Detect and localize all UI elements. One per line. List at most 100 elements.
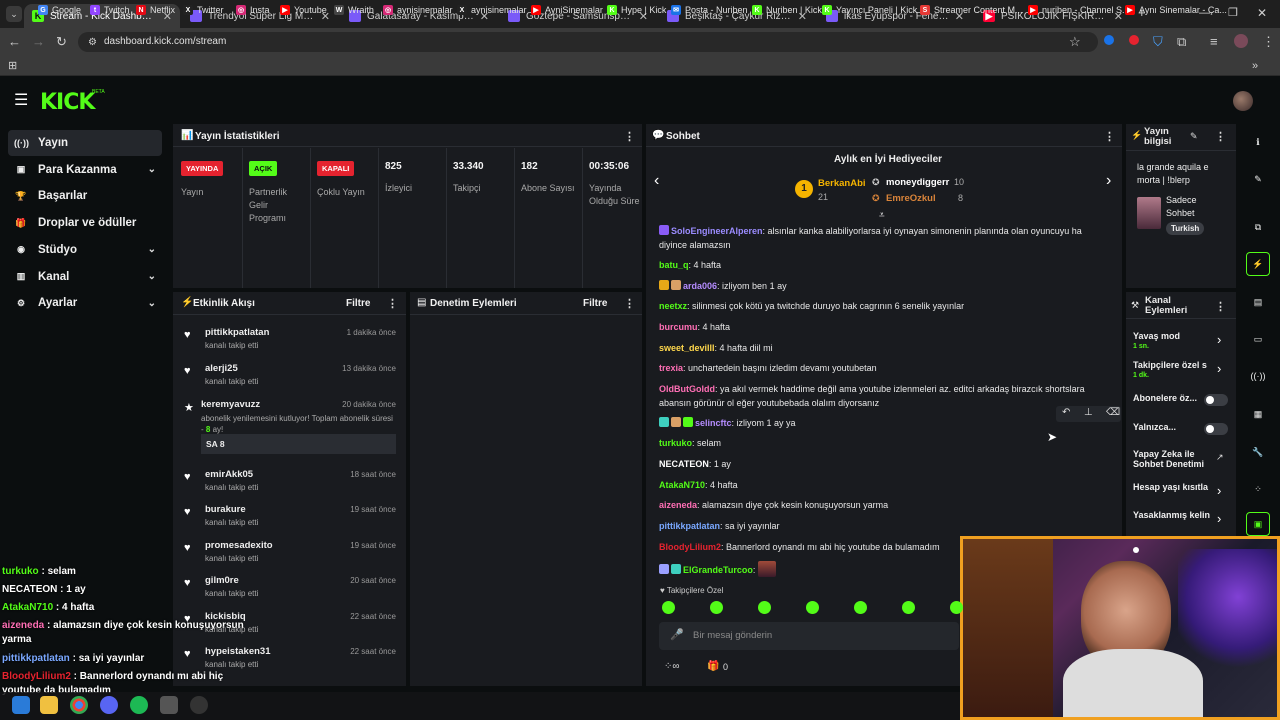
tab-search-icon[interactable]: ⌄ bbox=[6, 6, 22, 22]
discord-icon[interactable] bbox=[100, 696, 118, 714]
chat-more-icon[interactable]: ⋮ bbox=[1104, 130, 1115, 143]
chat-username[interactable]: batu_q bbox=[659, 260, 689, 270]
edit-pencil-icon[interactable]: ✎ bbox=[1190, 131, 1198, 142]
chevron-down-icon[interactable]: ⌄ bbox=[148, 298, 156, 309]
store-icon[interactable]: ▦ bbox=[1246, 402, 1270, 426]
chrome-icon[interactable] bbox=[70, 696, 88, 714]
game-icon[interactable]: ▣ bbox=[1246, 512, 1270, 536]
apps-grid-icon[interactable]: ⊞ bbox=[8, 58, 17, 74]
site-info-icon[interactable]: ⚙ bbox=[88, 35, 97, 51]
chevron-down-icon[interactable]: ⌄ bbox=[148, 164, 156, 175]
chat-username[interactable]: BloodyLilium2 bbox=[659, 542, 721, 552]
back-icon[interactable]: ← bbox=[8, 34, 21, 50]
activity-username[interactable]: pittikkpatlatan bbox=[205, 327, 269, 338]
sidebar-item[interactable]: ▥ Kanal ⌄ bbox=[8, 264, 162, 290]
category-name[interactable]: Sadece Sohbet bbox=[1166, 194, 1226, 220]
delete-icon[interactable]: ⌫ bbox=[1106, 407, 1120, 418]
channel-action-label[interactable]: Yapay Zeka ile Sohbet Denetimi bbox=[1133, 449, 1213, 469]
close-window-icon[interactable]: ✕ bbox=[1257, 5, 1267, 21]
chat-users-icon[interactable]: ⁘∞ bbox=[664, 661, 680, 672]
emote-icon[interactable] bbox=[806, 601, 819, 614]
sidebar-item[interactable]: ⚙ Ayarlar ⌄ bbox=[8, 290, 162, 316]
channel-action-label[interactable]: Takipçilere özel s bbox=[1133, 360, 1211, 370]
extension-shield-icon[interactable]: ⛉ bbox=[1153, 34, 1163, 50]
chat-message[interactable]: OldButGoldd: ya akıl vermek haddime deği… bbox=[659, 382, 1097, 410]
chat-message[interactable]: batu_q: 4 hafta bbox=[659, 258, 1097, 272]
collapse-gifters-icon[interactable]: ⩡ bbox=[879, 210, 885, 221]
stream-info-more-icon[interactable]: ⋮ bbox=[1215, 130, 1226, 143]
chat-message[interactable]: pittikkpatlatan: sa iyi yayınlar bbox=[659, 519, 1097, 533]
sidebar-item[interactable]: ▣ Para Kazanma ⌄ bbox=[8, 157, 162, 183]
document-icon[interactable]: ▤ bbox=[1246, 290, 1270, 314]
activity-username[interactable]: hypeistaken31 bbox=[205, 646, 270, 657]
kick-logo[interactable]: KICK bbox=[40, 90, 95, 115]
chat-message[interactable]: arda006: izliyom ben 1 ay bbox=[659, 279, 1097, 293]
chat-message[interactable]: neetxz: silinmesi çok kötü ya twitchde d… bbox=[659, 299, 1097, 313]
channel-action-label[interactable]: Hesap yaşı kısıtla bbox=[1133, 482, 1211, 492]
emote-icon[interactable] bbox=[902, 601, 915, 614]
maximize-icon[interactable]: ❐ bbox=[1228, 5, 1238, 21]
chevron-down-icon[interactable]: ⌄ bbox=[148, 271, 156, 282]
bookmark-item[interactable]: S Streamer Content M... bbox=[920, 2, 1023, 18]
activity-username[interactable]: kickisbiq bbox=[205, 611, 246, 622]
chat-message[interactable]: BloodyLilium2: Bannerlord oynandı mı abi… bbox=[659, 540, 1097, 554]
extension-record-icon[interactable] bbox=[1129, 35, 1139, 45]
wrench-icon[interactable]: 🔧 bbox=[1246, 440, 1270, 464]
moderation-filter-button[interactable]: Filtre bbox=[583, 298, 607, 309]
channel-actions-more-icon[interactable]: ⋮ bbox=[1215, 300, 1226, 313]
chat-username[interactable]: arda006 bbox=[683, 281, 717, 291]
chat-username[interactable]: SoloEngineerAlperen bbox=[671, 226, 763, 236]
gifters-prev-icon[interactable]: ‹ bbox=[654, 172, 659, 190]
moderation-more-icon[interactable]: ⋮ bbox=[624, 297, 635, 310]
bookmark-item[interactable]: ▶ Aynı Sinemalar - Ça... bbox=[1125, 2, 1227, 18]
bookmark-item[interactable]: G Google bbox=[38, 2, 81, 18]
chat-username[interactable]: burcumu bbox=[659, 322, 698, 332]
spotify-icon[interactable] bbox=[130, 696, 148, 714]
gifter-1-name[interactable]: BerkanAbi bbox=[818, 178, 866, 189]
channel-action-label[interactable]: Yasaklanmış kelin bbox=[1133, 510, 1211, 520]
chat-message[interactable]: AtakaN710: 4 hafta bbox=[659, 478, 1097, 492]
microphone-icon[interactable]: 🎤 bbox=[670, 628, 684, 641]
activity-more-icon[interactable]: ⋮ bbox=[387, 297, 398, 310]
activity-username[interactable]: burakure bbox=[205, 504, 246, 515]
pencil-icon[interactable]: ✎ bbox=[1246, 167, 1270, 191]
chat-username[interactable]: AtakaN710 bbox=[659, 480, 705, 490]
reload-icon[interactable]: ↻ bbox=[56, 34, 67, 50]
profile-avatar-icon[interactable] bbox=[1234, 34, 1248, 48]
bookmark-item[interactable]: K Hype | Kick bbox=[607, 2, 666, 18]
activity-username[interactable]: alerji25 bbox=[205, 363, 238, 374]
emote-icon[interactable] bbox=[758, 601, 771, 614]
bookmark-item[interactable]: ▶ nuriben - Channel S... bbox=[1028, 2, 1130, 18]
chevron-right-icon[interactable]: › bbox=[1217, 332, 1221, 347]
gift-icon[interactable]: 🎁 bbox=[707, 661, 719, 672]
activity-username[interactable]: emirAkk05 bbox=[205, 469, 253, 480]
browser-menu-icon[interactable]: ⋮ bbox=[1262, 34, 1275, 50]
bookmark-item[interactable]: N Netflix bbox=[136, 2, 175, 18]
chat-username[interactable]: sweet_devilll bbox=[659, 343, 715, 353]
app-icon[interactable] bbox=[160, 696, 178, 714]
bookmark-item[interactable]: ◎ aynisinemalar bbox=[383, 2, 453, 18]
start-windows-icon[interactable] bbox=[12, 696, 30, 714]
chat-username[interactable]: turkuko bbox=[659, 438, 692, 448]
emote-icon[interactable] bbox=[662, 601, 675, 614]
bookmark-star-icon[interactable]: ☆ bbox=[1069, 34, 1081, 50]
chat-username[interactable]: pittikkpatlatan bbox=[659, 521, 720, 531]
gifters-next-icon[interactable]: › bbox=[1106, 172, 1111, 190]
obs-icon[interactable] bbox=[190, 696, 208, 714]
chat-message[interactable]: NECATEON: 1 ay bbox=[659, 457, 1097, 471]
sidebar-item[interactable]: 🎁 Droplar ve ödüller bbox=[8, 210, 162, 236]
activity-username[interactable]: promesadexito bbox=[205, 540, 273, 551]
url-field[interactable]: dashboard.kick.com/stream bbox=[78, 32, 1098, 52]
gifter-2-name[interactable]: moneydiggerr bbox=[886, 177, 949, 188]
sidebar-item[interactable]: ◉ Stüdyo ⌄ bbox=[8, 237, 162, 263]
broadcast-icon[interactable]: ((·)) bbox=[1246, 364, 1270, 388]
chat-message[interactable]: selincftc: izliyom 1 ay ya bbox=[659, 416, 1097, 430]
chat-message[interactable]: trexia: unchartedein başını izledim deva… bbox=[659, 361, 1097, 375]
media-controls-icon[interactable]: ≡ bbox=[1210, 34, 1218, 50]
sidebar-item[interactable]: 🏆 Başarılar bbox=[8, 183, 162, 209]
bookmark-item[interactable]: X Twitter bbox=[183, 2, 224, 18]
toggle-switch[interactable] bbox=[1204, 394, 1228, 406]
chevron-down-icon[interactable]: ⌄ bbox=[148, 244, 156, 255]
bookmark-item[interactable]: ◎ Insta bbox=[236, 2, 270, 18]
lightning-icon[interactable]: ⚡ bbox=[1246, 252, 1270, 276]
